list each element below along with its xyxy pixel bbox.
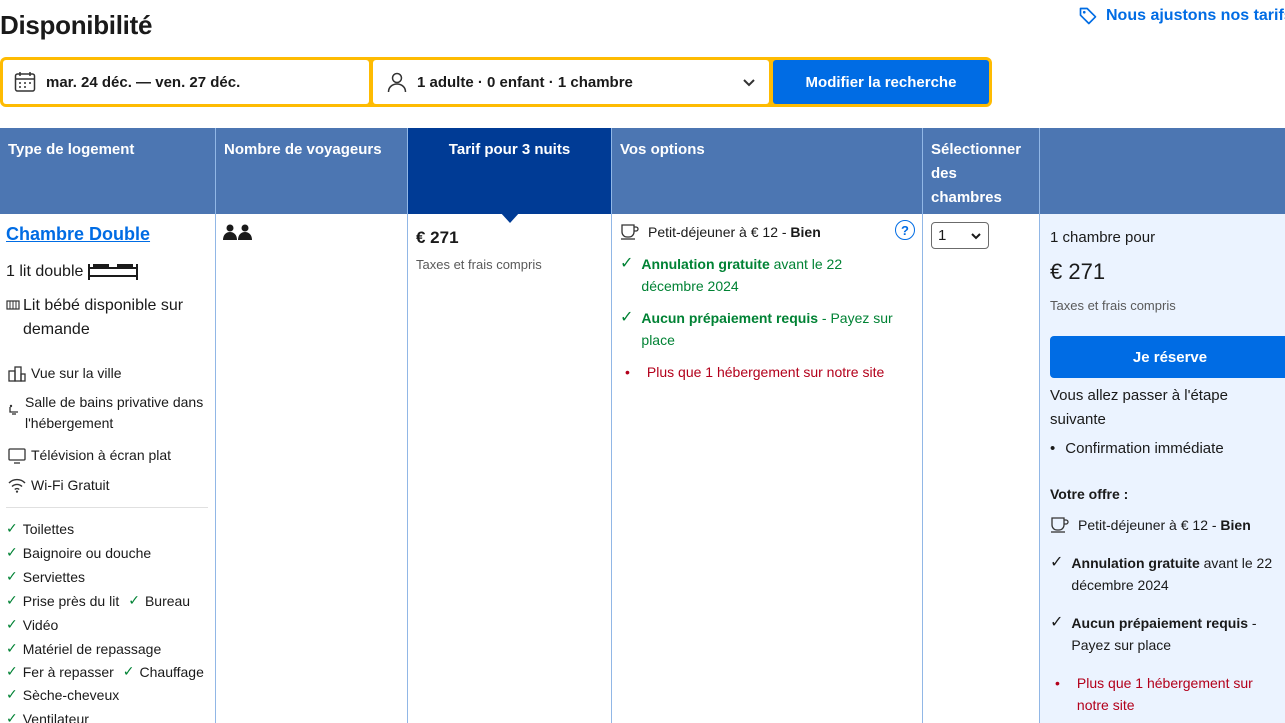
amenity-item: ✓ Baignoire ou douche: [6, 544, 152, 561]
check-icon: ✓: [1050, 614, 1064, 631]
check-icon: ✓: [128, 592, 140, 608]
chevron-down-icon: [743, 79, 755, 87]
help-icon[interactable]: ?: [895, 220, 915, 240]
amenity-item: ✓ Toilettes: [6, 520, 75, 537]
offer-free-cancellation: ✓ Annulation gratuite avant le 22 décemb…: [1050, 552, 1275, 596]
no-prepayment-option: ✓ Aucun prépaiement requis - Payez sur p…: [620, 307, 910, 351]
date-picker[interactable]: mar. 24 déc. — ven. 27 déc.: [3, 60, 369, 104]
header-reserve: [1040, 128, 1285, 214]
crib-label: Lit bébé disponible sur demande: [23, 297, 184, 338]
reserve-room-count: 1 chambre pour: [1050, 229, 1156, 246]
check-icon: ✓: [6, 640, 18, 656]
reserve-total: € 271: [1050, 259, 1106, 284]
check-icon: ✓: [6, 710, 18, 723]
coffee-cup-icon: [1051, 517, 1069, 533]
amenity-item: ✓ Sèche-cheveux: [6, 686, 120, 703]
crib-icon: [6, 300, 20, 310]
price-cell: € 271 Taxes et frais compris: [408, 214, 611, 723]
tag-icon: [1079, 7, 1097, 25]
header-guests: Nombre de voyageurs: [216, 128, 407, 214]
check-icon: ✓: [620, 309, 634, 326]
bullet-dot: •: [1050, 440, 1056, 457]
facility-city-view: Vue sur la ville: [8, 363, 122, 384]
header-select-rooms: Sélectionner des chambres: [923, 128, 1039, 214]
room-type-cell: Chambre Double 1 lit double Lit bébé dis…: [0, 214, 215, 723]
header-options: Vos options: [612, 128, 922, 214]
check-icon: ✓: [1050, 554, 1064, 571]
price-adjust-label[interactable]: Nous ajustons nos tarifs: [1106, 7, 1285, 25]
amenity-item: ✓ Prise près du lit ✓ Bureau: [6, 592, 191, 609]
chevron-down-icon: [971, 232, 981, 239]
check-icon: ✓: [6, 592, 18, 608]
header-price: Tarif pour 3 nuits: [408, 128, 611, 214]
guests-cell: [216, 214, 407, 723]
check-icon: ✓: [620, 255, 634, 272]
breakfast-option: Petit-déjeuner à € 12 - Bien: [620, 221, 821, 243]
offer-title: Votre offre :: [1050, 486, 1129, 502]
facility-wifi: Wi-Fi Gratuit: [8, 475, 110, 496]
price-adjust-link[interactable]: Nous ajustons nos tarifs: [1078, 6, 1285, 26]
check-icon: ✓: [6, 616, 18, 632]
next-step-text: Vous allez passer à l'étape suivante: [1050, 387, 1228, 428]
amenity-item: ✓ Serviettes: [6, 568, 85, 585]
search-bar: mar. 24 déc. — ven. 27 déc. 1 adulte · 0…: [0, 57, 992, 107]
facility-label: Salle de bains privative dans l'hébergem…: [25, 394, 204, 431]
page-title: Disponibilité: [0, 10, 153, 40]
confirmation-bullet: • Confirmation immédiate: [1050, 437, 1224, 461]
offer-breakfast: Petit-déjeuner à € 12 - Bien: [1050, 514, 1251, 536]
guests-label: 1 adulte · 0 enfant · 1 chambre: [417, 73, 633, 91]
check-icon: ✓: [6, 544, 18, 560]
bath-icon: [9, 404, 18, 415]
reserve-button[interactable]: Je réserve: [1050, 336, 1285, 378]
room-quantity-select[interactable]: 1: [931, 222, 989, 249]
check-icon: ✓: [6, 520, 18, 536]
facility-label: Télévision à écran plat: [31, 447, 172, 463]
double-bed-icon: [88, 264, 139, 280]
check-icon: ✓: [6, 663, 18, 679]
availability-table: Type de logement Nombre de voyageurs Tar…: [0, 128, 1285, 723]
facility-tv: Télévision à écran plat: [8, 445, 171, 466]
check-icon: ✓: [6, 568, 18, 584]
calendar-icon: [14, 72, 36, 92]
free-cancellation-option: ✓ Annulation gratuite avant le 22 décemb…: [620, 253, 880, 297]
two-persons-icon: [223, 224, 252, 240]
price-amount: € 271: [416, 228, 459, 247]
reserve-cell: 1 chambre pour € 271 Taxes et frais comp…: [1040, 214, 1285, 723]
date-range-label: mar. 24 déc. — ven. 27 déc.: [46, 73, 241, 91]
amenity-item: ✓ Ventilateur: [6, 710, 89, 723]
facilities-divider: [6, 507, 208, 508]
modify-search-button[interactable]: Modifier la recherche: [773, 60, 989, 104]
bed-label: 1 lit double: [6, 263, 84, 280]
check-icon: ✓: [122, 663, 135, 679]
select-rooms-cell: 1: [923, 214, 1039, 723]
amenity-item: ✓ Matériel de repassage: [6, 640, 162, 657]
amenity-item: ✓ Fer à repasser ✓ Chauffage: [6, 663, 204, 680]
crib-info: Lit bébé disponible sur demande: [6, 294, 206, 342]
wifi-icon: [8, 478, 26, 493]
offer-no-prepayment: ✓ Aucun prépaiement requis - Payez sur p…: [1050, 612, 1275, 656]
facility-label: Vue sur la ville: [31, 365, 122, 381]
person-icon: [387, 72, 407, 93]
offer-scarcity: • Plus que 1 hébergement sur notre site: [1050, 672, 1275, 716]
check-icon: ✓: [6, 686, 18, 702]
tv-icon: [8, 448, 26, 464]
room-name-link[interactable]: Chambre Double: [6, 224, 150, 245]
bullet-dot: •: [1055, 675, 1060, 691]
header-room-type: Type de logement: [0, 128, 215, 214]
reserve-tax-note: Taxes et frais compris: [1050, 298, 1176, 313]
city-view-icon: [8, 366, 26, 382]
price-tax-note: Taxes et frais compris: [416, 257, 542, 272]
options-cell: Petit-déjeuner à € 12 - Bien ? ✓ Annulat…: [612, 214, 922, 723]
bullet-dot: •: [625, 364, 630, 380]
facility-bathroom: Salle de bains privative dans l'hébergem…: [8, 392, 208, 434]
amenity-item: ✓ Vidéo: [6, 616, 59, 633]
scarcity-notice: • Plus que 1 hébergement sur notre site: [620, 361, 910, 383]
coffee-cup-icon: [621, 224, 639, 240]
facility-label: Wi-Fi Gratuit: [31, 477, 110, 493]
guests-picker[interactable]: 1 adulte · 0 enfant · 1 chambre: [373, 60, 769, 104]
bed-info: 1 lit double: [6, 262, 139, 282]
